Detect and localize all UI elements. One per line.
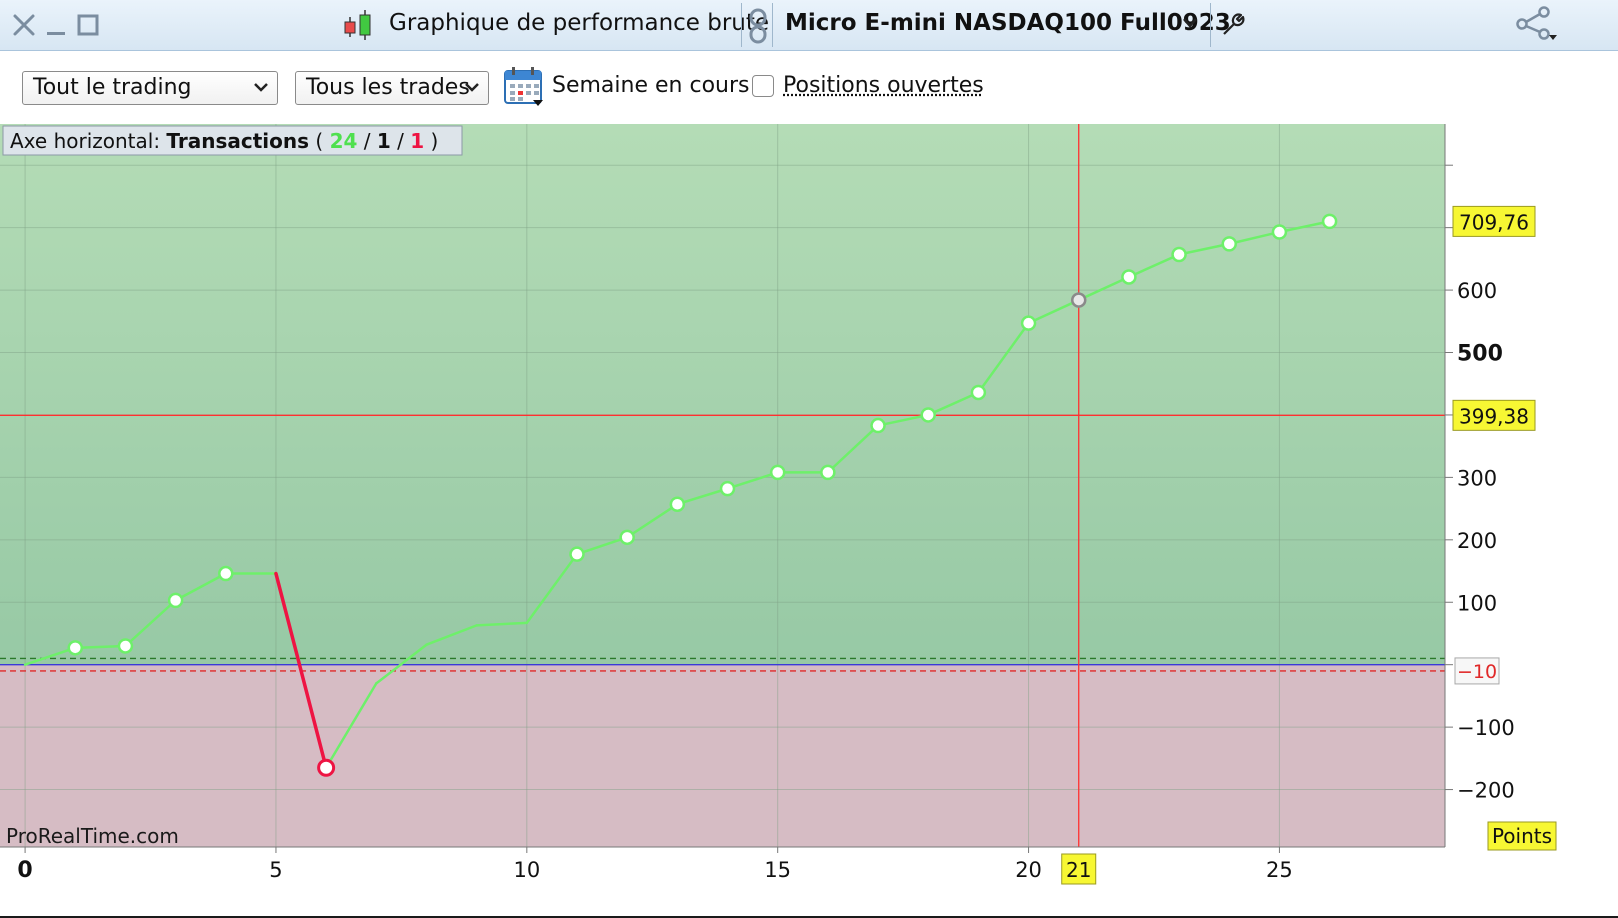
axis-info-prefix: Axe horizontal: bbox=[10, 129, 160, 153]
wrench-icon[interactable] bbox=[1218, 10, 1246, 38]
x-axis-ticks: 0 5 10 15 20 25 bbox=[17, 847, 1293, 883]
trade-point bbox=[820, 464, 836, 481]
trade-point bbox=[669, 496, 686, 512]
losing-trades-count: 1 bbox=[410, 129, 424, 153]
minimize-icon[interactable] bbox=[45, 13, 67, 37]
axis-info-label: Axe horizontal: Transactions ( 24 / 1 / … bbox=[10, 129, 438, 153]
trade-point bbox=[1121, 269, 1137, 285]
trade-point bbox=[769, 464, 786, 481]
link-icon[interactable] bbox=[748, 8, 768, 44]
max-value-label: 709,76 bbox=[1459, 210, 1529, 234]
crosshair-x-label: 21 bbox=[1066, 858, 1091, 882]
crosshair-value-label: 399,38 bbox=[1459, 404, 1529, 428]
performance-chart[interactable]: Axe horizontal: Transactions ( 24 / 1 / … bbox=[0, 124, 1618, 916]
open-positions-checkbox[interactable] bbox=[752, 75, 774, 97]
trade-point bbox=[719, 480, 736, 497]
x-tick-label: 20 bbox=[1015, 858, 1042, 882]
chevron-down-icon bbox=[465, 83, 479, 92]
trade-point bbox=[569, 546, 585, 562]
axis-info-close: ) bbox=[431, 129, 439, 153]
trade-point bbox=[1321, 213, 1338, 230]
close-icon[interactable] bbox=[12, 13, 36, 37]
x-tick-label: 15 bbox=[764, 858, 791, 882]
trade-point bbox=[619, 529, 635, 546]
x-tick-label: 0 bbox=[17, 858, 32, 883]
neutral-trades-count: 1 bbox=[377, 129, 391, 153]
min-value-badge: −10 bbox=[1454, 657, 1500, 685]
window-title: Graphique de performance brute bbox=[389, 10, 770, 36]
losing-trade-point bbox=[317, 758, 336, 777]
units-badge: Points bbox=[1487, 821, 1557, 851]
trade-point bbox=[870, 417, 886, 434]
scope-select-value: Tout le trading bbox=[33, 75, 192, 100]
trade-point bbox=[1070, 292, 1087, 308]
share-icon[interactable] bbox=[1516, 6, 1558, 42]
winning-trades-count: 24 bbox=[330, 129, 358, 153]
crosshair-value-badge: 399,38 bbox=[1452, 399, 1536, 431]
axis-info-open: ( bbox=[315, 129, 323, 153]
x-tick-label: 5 bbox=[269, 858, 282, 882]
y-axis-ticks: 600 500 300 200 100 −100 −200 bbox=[1445, 164, 1515, 803]
trades-select[interactable]: Tous les trades bbox=[295, 71, 489, 105]
max-value-badge: 709,76 bbox=[1452, 205, 1536, 237]
scope-select[interactable]: Tout le trading bbox=[22, 71, 278, 105]
trade-point bbox=[1020, 315, 1037, 331]
instrument-selector[interactable]: Micro E-mini NASDAQ100 Full0923 bbox=[785, 10, 1231, 36]
title-bar: Graphique de performance brute Micro E-m… bbox=[0, 0, 1618, 51]
chevron-down-icon[interactable] bbox=[1182, 16, 1198, 30]
positive-zone bbox=[0, 124, 1445, 665]
x-tick-label: 10 bbox=[513, 858, 540, 882]
y-tick-label: −200 bbox=[1457, 779, 1515, 803]
calendar-icon[interactable] bbox=[503, 65, 545, 107]
y-tick-label: 500 bbox=[1457, 342, 1503, 367]
min-value-label: −10 bbox=[1457, 661, 1497, 683]
toolbar: Tout le trading Tous les trades Semaine … bbox=[0, 51, 1618, 127]
trade-point bbox=[218, 565, 234, 582]
trade-point bbox=[970, 384, 987, 401]
y-tick-label: 200 bbox=[1457, 529, 1497, 553]
period-label[interactable]: Semaine en cours bbox=[552, 73, 749, 98]
trades-select-value: Tous les trades bbox=[306, 75, 470, 100]
watermark: ProRealTime.com bbox=[6, 824, 179, 848]
trade-point bbox=[1171, 246, 1187, 263]
negative-zone bbox=[0, 664, 1445, 847]
axis-info-name: Transactions bbox=[166, 129, 309, 153]
trade-point bbox=[117, 638, 134, 654]
candlestick-chart-icon bbox=[344, 10, 371, 40]
chevron-down-icon bbox=[254, 83, 268, 92]
crosshair-x-badge: 21 bbox=[1061, 853, 1097, 885]
trade-point bbox=[167, 592, 184, 609]
y-tick-label: 300 bbox=[1457, 466, 1497, 490]
units-label: Points bbox=[1492, 824, 1552, 848]
y-tick-label: −100 bbox=[1457, 716, 1515, 740]
trade-point bbox=[1271, 224, 1288, 240]
trade-point bbox=[1221, 236, 1238, 252]
y-tick-label: 600 bbox=[1457, 279, 1497, 303]
x-tick-label: 25 bbox=[1266, 858, 1293, 882]
trade-point bbox=[920, 407, 936, 423]
y-tick-label: 100 bbox=[1457, 591, 1497, 615]
trade-point bbox=[67, 640, 84, 656]
maximize-icon[interactable] bbox=[76, 13, 100, 37]
open-positions-link[interactable]: Positions ouvertes bbox=[783, 73, 984, 98]
